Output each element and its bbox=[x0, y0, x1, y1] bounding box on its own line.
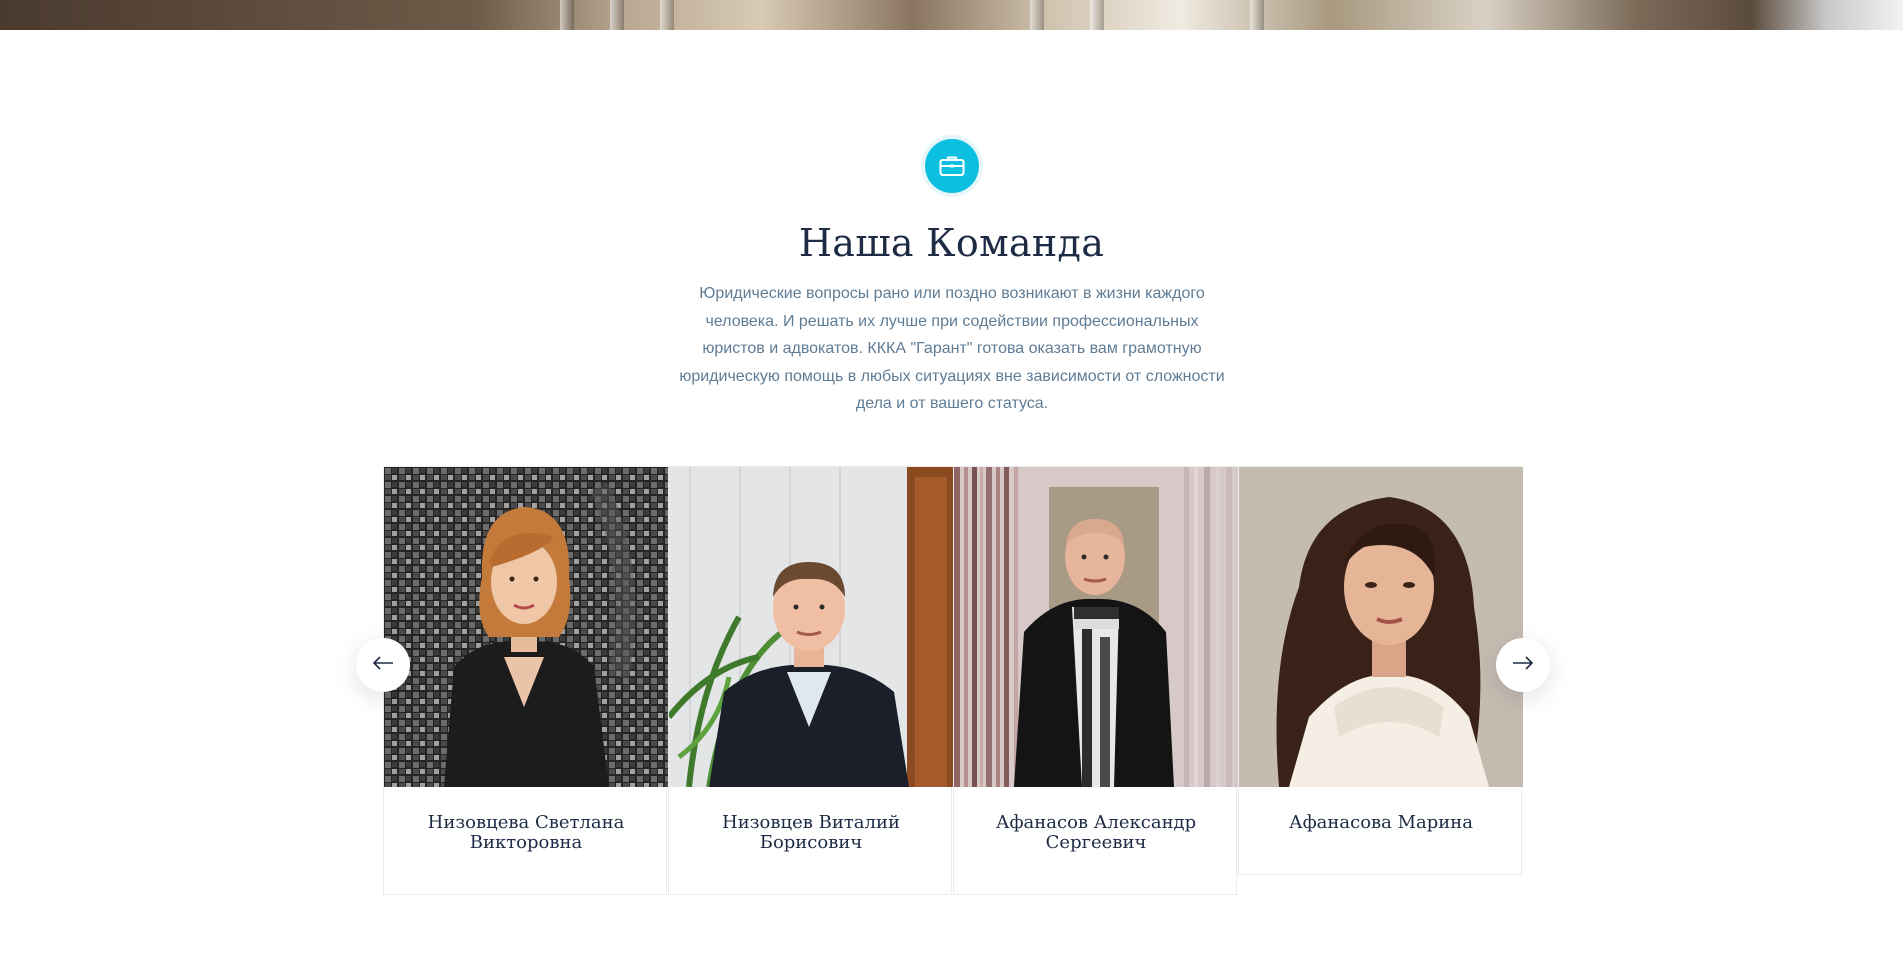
team-member-name: Афанасова Марина bbox=[1288, 812, 1474, 833]
team-member-photo bbox=[384, 467, 668, 787]
team-member-card[interactable]: Афанасова Марина bbox=[1238, 466, 1523, 875]
section-description: Юридические вопросы рано или поздно возн… bbox=[679, 285, 1225, 412]
team-carousel: Низовцева Светлана Викторовна Низовцев В… bbox=[383, 466, 1523, 895]
team-member-card[interactable]: Низовцева Светлана Викторовна bbox=[383, 466, 668, 895]
arrow-left-icon bbox=[372, 655, 394, 675]
team-member-name: Низовцев Виталий Борисович bbox=[722, 812, 900, 853]
team-member-photo bbox=[1239, 467, 1523, 787]
team-member-card[interactable]: Афанасов Александр Сергеевич bbox=[953, 466, 1238, 895]
team-member-name: Низовцева Светлана Викторовна bbox=[427, 812, 625, 853]
briefcase-icon bbox=[925, 139, 979, 193]
team-member-photo bbox=[954, 467, 1238, 787]
section-title: Наша Команда bbox=[798, 221, 1105, 265]
arrow-right-icon bbox=[1512, 655, 1534, 675]
team-member-name: Афанасов Александр Сергеевич bbox=[995, 812, 1197, 853]
carousel-prev-button[interactable] bbox=[356, 638, 410, 692]
carousel-next-button[interactable] bbox=[1496, 638, 1550, 692]
team-member-photo bbox=[669, 467, 953, 787]
hero-image-strip bbox=[0, 0, 1903, 30]
team-member-card[interactable]: Низовцев Виталий Борисович bbox=[668, 466, 953, 895]
